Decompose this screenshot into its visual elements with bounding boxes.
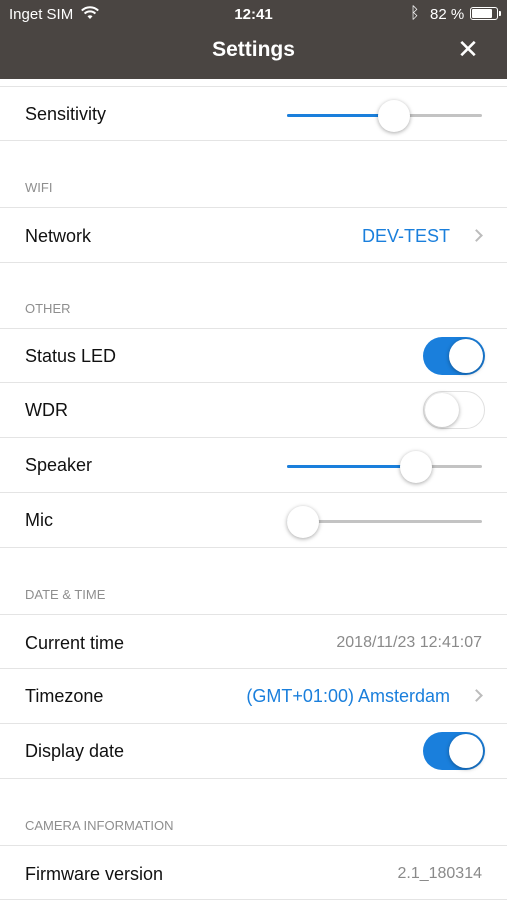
timezone-value: (GMT+01:00) Amsterdam: [246, 686, 450, 706]
display-date-toggle[interactable]: [423, 732, 485, 770]
wdr-row: WDR: [0, 383, 507, 438]
chevron-right-icon: [470, 229, 483, 242]
toggle-knob: [449, 734, 483, 768]
mic-slider[interactable]: [286, 506, 482, 538]
status-bar: Inget SIM 12:41 ᛒ 82 %: [0, 0, 507, 28]
speaker-row: Speaker: [0, 438, 507, 493]
sensitivity-label: Sensitivity: [25, 104, 107, 124]
current-time-label: Current time: [25, 633, 125, 653]
current-time-value: 2018/11/23 12:41:07: [336, 634, 482, 651]
firmware-row: Firmware version 2.1_180314: [0, 845, 507, 900]
slider-knob[interactable]: [378, 100, 411, 132]
speaker-label: Speaker: [25, 455, 93, 475]
display-date-label: Display date: [25, 741, 125, 761]
wdr-label: WDR: [25, 400, 68, 420]
chevron-right-icon: [470, 689, 483, 702]
status-led-row: Status LED: [0, 328, 507, 383]
navigation-bar: Inget SIM 12:41 ᛒ 82 % Settings ✕: [0, 0, 507, 79]
status-led-toggle[interactable]: [423, 337, 485, 375]
wdr-toggle[interactable]: [423, 391, 485, 429]
slider-knob[interactable]: [286, 506, 319, 538]
firmware-value: 2.1_180314: [397, 865, 482, 882]
timezone-row[interactable]: Timezone (GMT+01:00) Amsterdam: [0, 669, 507, 724]
page-title: Settings: [212, 38, 295, 61]
mic-row: Mic: [0, 493, 507, 548]
section-header-other: OTHER: [25, 301, 71, 316]
status-led-label: Status LED: [25, 346, 117, 366]
bluetooth-icon: ᛒ: [410, 5, 420, 22]
battery-percentage: 82 %: [430, 6, 465, 23]
slider-fill: [287, 465, 416, 468]
battery-icon: [470, 7, 501, 20]
mic-label: Mic: [25, 510, 53, 530]
display-date-row: Display date: [0, 724, 507, 779]
speaker-slider[interactable]: [287, 451, 482, 483]
close-icon[interactable]: ✕: [452, 34, 484, 64]
slider-knob[interactable]: [399, 451, 432, 483]
network-row[interactable]: Network DEV-TEST: [0, 207, 507, 263]
firmware-label: Firmware version: [25, 864, 164, 884]
timezone-label: Timezone: [25, 686, 104, 706]
section-header-wifi: WIFI: [25, 180, 53, 195]
toggle-knob: [449, 339, 483, 373]
toggle-knob: [425, 392, 459, 427]
sensitivity-row: Sensitivity: [0, 87, 507, 141]
sensitivity-slider[interactable]: [287, 100, 482, 132]
section-header-camera-information: CAMERA INFORMATION: [25, 818, 174, 833]
battery-level: [472, 9, 492, 18]
network-value: DEV-TEST: [361, 226, 450, 246]
section-header-date-time: DATE & TIME: [25, 587, 106, 602]
current-time-row: Current time 2018/11/23 12:41:07: [0, 614, 507, 669]
top-divider: [0, 79, 507, 87]
network-label: Network: [25, 226, 92, 246]
